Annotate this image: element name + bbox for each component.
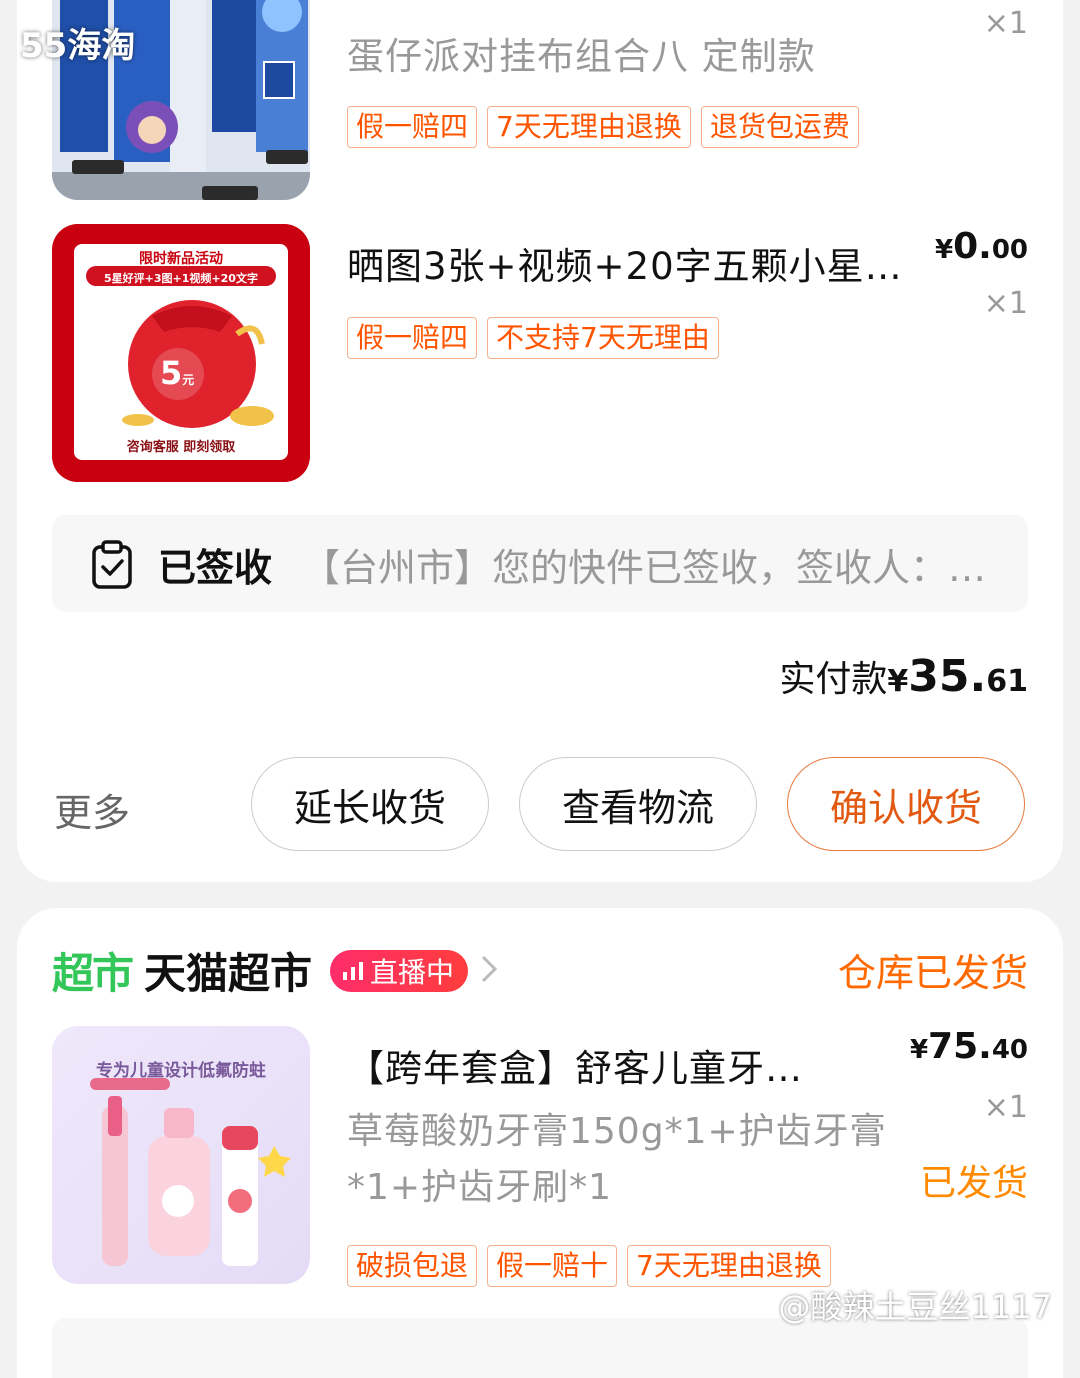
product-spec: 草莓酸奶牙膏150g*1+护齿牙膏*1+护齿牙刷*1	[347, 1111, 887, 1208]
confirm-receipt-button[interactable]: 确认收货	[787, 757, 1025, 851]
product-image-toothpaste-set[interactable]: 专为儿童设计低氟防蛀	[52, 1026, 310, 1284]
logistics-status-bar[interactable]: 已签收 【台州市】您的快件已签收，签收人：…	[52, 515, 1028, 612]
thumb-amount-value: 5	[160, 354, 183, 392]
tag-7day-return: 7天无理由退换	[627, 1245, 831, 1287]
paid-symbol: ¥	[887, 664, 909, 699]
live-bars-icon	[343, 961, 364, 980]
thumb-amount: 5元	[160, 354, 194, 392]
price-dec: 00	[991, 235, 1028, 265]
quantity: ×1	[983, 286, 1028, 321]
logistics-detail: 【台州市】您的快件已签收，签收人：…	[302, 546, 987, 590]
price-symbol: ¥	[934, 235, 954, 265]
price-int: 75.	[928, 1026, 992, 1067]
watermark-logo: 55海淘	[20, 26, 136, 66]
thumb-title: 限时新品活动	[139, 251, 223, 267]
quantity: ×1	[983, 6, 1028, 41]
tag-damage-return: 破损包退	[347, 1245, 478, 1287]
tag-fake-compensation: 假一赔四	[347, 106, 478, 148]
tag-fake-compensation: 假一赔四	[347, 317, 478, 359]
product-price: ¥0.00	[935, 226, 1028, 267]
chevron-right-icon[interactable]	[480, 948, 498, 994]
author-credit: @酸辣土豆丝1117	[778, 1288, 1052, 1326]
tag-return-shipping: 退货包运费	[700, 106, 859, 148]
logistics-text: 已签收 【台州市】您的快件已签收，签收人：…	[158, 537, 988, 592]
service-tags: 假一赔四 不支持7天无理由	[347, 317, 719, 359]
product-title[interactable]: 蛋仔派对挂布组合八 定制款	[347, 26, 907, 80]
tmall-supermarket-logo: 超市	[52, 949, 134, 998]
view-logistics-button[interactable]: 查看物流	[519, 757, 757, 851]
thumb-title: 专为儿童设计低氟防蛀	[96, 1061, 266, 1081]
order-status: 仓库已发货	[837, 951, 1028, 995]
thumb-bottom-text: 咨询客服 即刻领取	[126, 440, 236, 455]
logistics-status: 已签收	[158, 546, 273, 590]
product-image-reward-card[interactable]: 限时新品活动 5星好评+3图+1视频+20文字 5元 咨询客服 即刻领取	[52, 224, 310, 482]
shop-name[interactable]: 天猫超市	[144, 940, 312, 1001]
service-tags: 假一赔四 7天无理由退换 退货包运费	[347, 106, 859, 148]
paid-label: 实付款	[779, 659, 888, 700]
clipboard-check-icon	[90, 539, 134, 593]
product-title[interactable]: 晒图3张+视频+20字五颗小星…	[347, 236, 917, 290]
product-price: ¥75.40	[910, 1026, 1028, 1067]
tag-no-7day-return: 不支持7天无理由	[487, 317, 719, 359]
live-badge-label: 直播中	[370, 955, 455, 989]
paid-dec: 61	[986, 664, 1028, 699]
product-title[interactable]: 【跨年套盒】舒客儿童牙…	[347, 1038, 817, 1092]
price-int: 0.	[953, 226, 992, 267]
price-dec: 40	[991, 1035, 1028, 1065]
extend-receipt-button[interactable]: 延长收货	[251, 757, 489, 851]
quantity: ×1	[983, 1090, 1028, 1125]
tag-fake-compensation: 假一赔十	[487, 1245, 618, 1287]
price-symbol: ¥	[909, 1035, 929, 1065]
tag-7day-return: 7天无理由退换	[487, 106, 691, 148]
live-badge[interactable]: 直播中	[330, 949, 469, 992]
paid-amount: 实付款¥35.61	[779, 650, 1028, 702]
more-button[interactable]: 更多	[54, 782, 130, 837]
thumb-subtitle: 5星好评+3图+1视频+20文字	[104, 272, 258, 285]
item-ship-status: 已发货	[919, 1163, 1028, 1204]
shop-header[interactable]: 超市 天猫超市 直播中	[52, 940, 498, 1001]
thumb-amount-unit: 元	[182, 373, 195, 387]
order-card-1: 蛋仔派对挂布组合八 定制款 ×1 假一赔四 7天无理由退换 退货包运费 限时新品…	[17, 0, 1063, 882]
paid-int: 35.	[908, 651, 987, 702]
service-tags: 破损包退 假一赔十 7天无理由退换	[347, 1245, 831, 1287]
